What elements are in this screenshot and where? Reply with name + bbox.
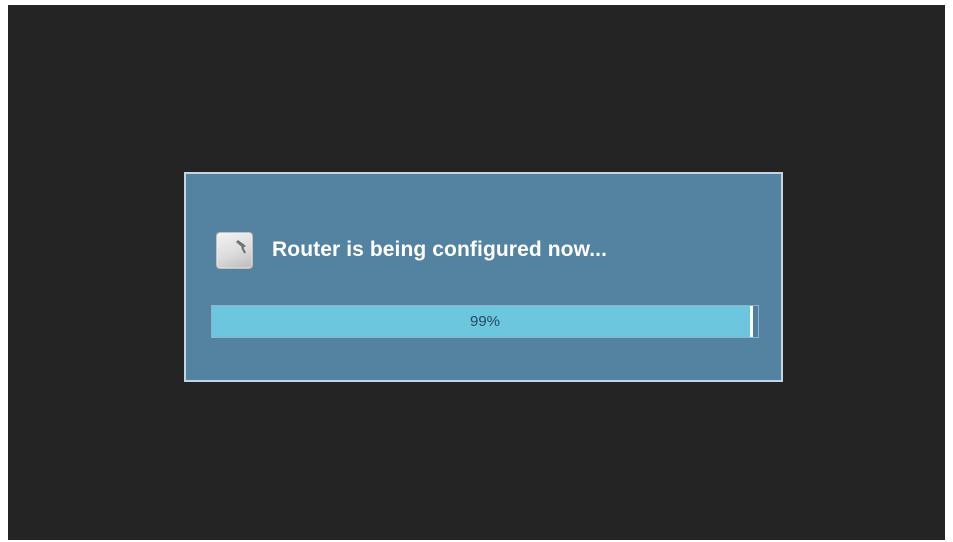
configuration-progress-bar: 99% bbox=[211, 305, 759, 338]
progress-percentage: 99% bbox=[469, 313, 501, 330]
configuration-progress-dialog: Router is being configured now... 99% bbox=[184, 172, 783, 382]
status-row: Router is being configured now... bbox=[216, 230, 607, 270]
status-message: Router is being configured now... bbox=[272, 238, 608, 261]
router-icon bbox=[216, 231, 253, 269]
screen-background: Router is being configured now... 99% bbox=[8, 5, 945, 540]
router-icon-graphic bbox=[216, 232, 253, 268]
